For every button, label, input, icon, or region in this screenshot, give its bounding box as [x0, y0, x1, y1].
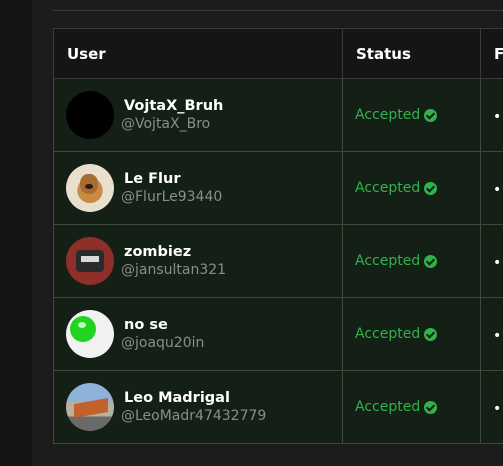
check-circle-icon [424, 327, 438, 341]
bullet: • [493, 181, 502, 198]
f-cell: • [480, 370, 503, 444]
avatar[interactable] [66, 383, 114, 431]
table-row[interactable]: no se @joaqu20in Accepted • [53, 297, 503, 371]
bullet: • [493, 327, 502, 344]
user-handle: @joaqu20in [121, 335, 205, 351]
status-label: Accepted [355, 107, 421, 123]
display-name[interactable]: no se [124, 316, 204, 334]
display-name[interactable]: Le Flur [124, 170, 222, 188]
column-header-user[interactable]: User [53, 28, 343, 79]
status-label: Accepted [355, 253, 421, 269]
check-circle-icon [424, 254, 438, 268]
status-label: Accepted [355, 326, 421, 342]
check-circle-icon [424, 108, 438, 122]
table-row[interactable]: Leo Madrigal @LeoMadr47432779 Accepted • [53, 370, 503, 444]
user-cell: Le Flur @FlurLe93440 [53, 151, 343, 225]
users-table: User Status F VojtaX_Bruh @VojtaX_Bro Ac… [53, 28, 503, 444]
f-cell: • [480, 151, 503, 225]
table-row[interactable]: zombiez @jansultan321 Accepted • [53, 224, 503, 298]
bullet: • [493, 108, 502, 125]
status-cell: Accepted [342, 297, 481, 371]
user-handle: @VojtaX_Bro [121, 116, 211, 132]
display-name[interactable]: Leo Madrigal [124, 389, 266, 407]
status-label: Accepted [355, 180, 421, 196]
check-circle-icon [424, 181, 438, 195]
status-cell: Accepted [342, 151, 481, 225]
avatar[interactable] [66, 91, 114, 139]
display-name[interactable]: zombiez [124, 243, 226, 261]
avatar[interactable] [66, 164, 114, 212]
table-row[interactable]: VojtaX_Bruh @VojtaX_Bro Accepted • [53, 78, 503, 152]
column-header-status[interactable]: Status [342, 28, 481, 79]
avatar[interactable] [66, 237, 114, 285]
table-row[interactable]: Le Flur @FlurLe93440 Accepted • [53, 151, 503, 225]
status-label: Accepted [355, 399, 421, 415]
user-cell: no se @joaqu20in [53, 297, 343, 371]
status-cell: Accepted [342, 370, 481, 444]
avatar[interactable] [66, 310, 114, 358]
left-sidebar-strip [0, 0, 32, 466]
f-cell: • [480, 224, 503, 298]
bullet: • [493, 400, 502, 417]
user-handle: @LeoMadr47432779 [121, 408, 267, 424]
column-header-f[interactable]: F [480, 28, 503, 79]
user-handle: @jansultan321 [121, 262, 227, 278]
status-cell: Accepted [342, 224, 481, 298]
user-cell: Leo Madrigal @LeoMadr47432779 [53, 370, 343, 444]
status-cell: Accepted [342, 78, 481, 152]
f-cell: • [480, 78, 503, 152]
divider [53, 10, 503, 11]
user-cell: VojtaX_Bruh @VojtaX_Bro [53, 78, 343, 152]
f-cell: • [480, 297, 503, 371]
user-handle: @FlurLe93440 [121, 189, 223, 205]
check-circle-icon [424, 400, 438, 414]
table-header-row: User Status F [53, 28, 503, 79]
display-name[interactable]: VojtaX_Bruh [124, 97, 223, 115]
bullet: • [493, 254, 502, 271]
user-cell: zombiez @jansultan321 [53, 224, 343, 298]
